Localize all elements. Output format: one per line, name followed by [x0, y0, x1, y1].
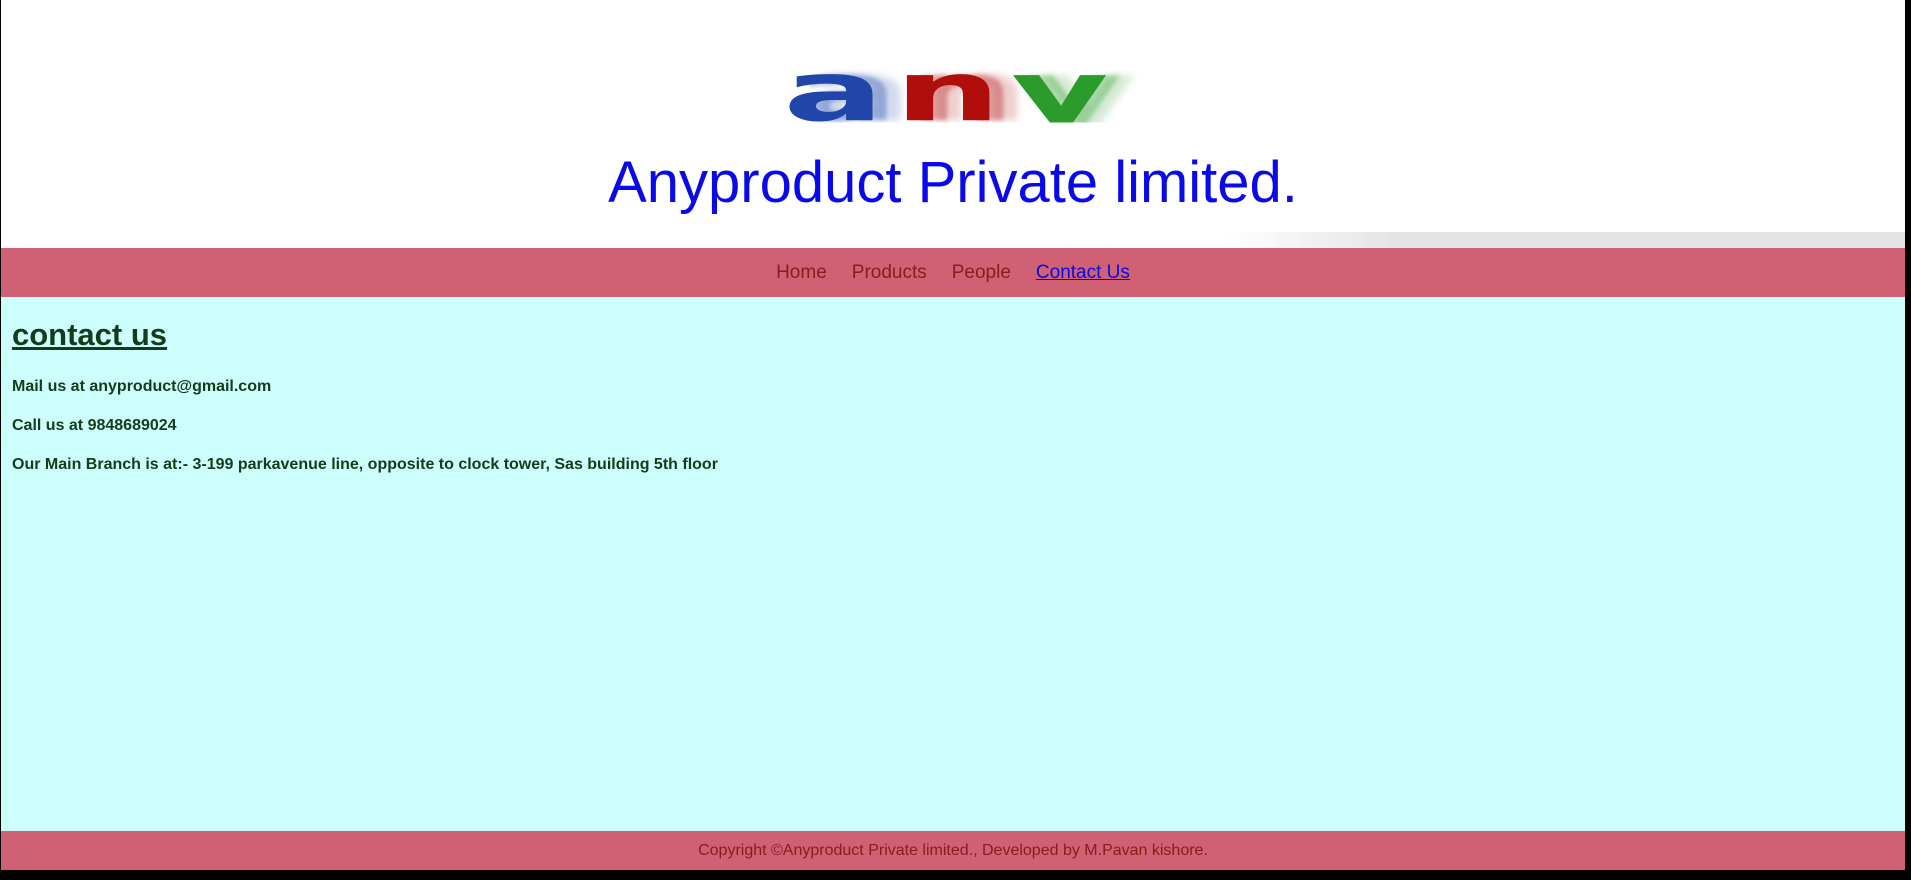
window-edge: [1906, 0, 1911, 880]
nav-link-products[interactable]: Products: [852, 262, 927, 284]
phone-line: Call us at 9848689024: [12, 417, 177, 434]
nav-link-home[interactable]: Home: [776, 262, 827, 284]
company-title: Anyproduct Private limited.: [608, 150, 1298, 215]
page-frame: a n y Anyproduct Private limited. Home P…: [1, 0, 1905, 870]
logo-letter-a: a: [783, 62, 895, 123]
nav-link-contact-us[interactable]: Contact Us: [1036, 262, 1130, 284]
logo-letter-n: n: [894, 62, 1012, 123]
logo-letter-y: y: [1011, 62, 1119, 123]
branch-address-line: Our Main Branch is at:- 3-199 parkavenue…: [12, 456, 718, 473]
logo-watermark: [1225, 232, 1905, 248]
main-nav: Home Products People Contact Us: [1, 248, 1905, 297]
page-heading: contact us: [12, 317, 168, 352]
site-footer: Copyright ©Anyproduct Private limited., …: [1, 831, 1905, 870]
copyright-text: Copyright ©Anyproduct Private limited., …: [698, 841, 1208, 859]
site-header: a n y Anyproduct Private limited.: [1, 0, 1905, 248]
contact-section: contact us Mail us at anyproduct@gmail.c…: [1, 297, 1905, 831]
nav-link-people[interactable]: People: [952, 262, 1011, 284]
mail-line: Mail us at anyproduct@gmail.com: [12, 378, 272, 395]
